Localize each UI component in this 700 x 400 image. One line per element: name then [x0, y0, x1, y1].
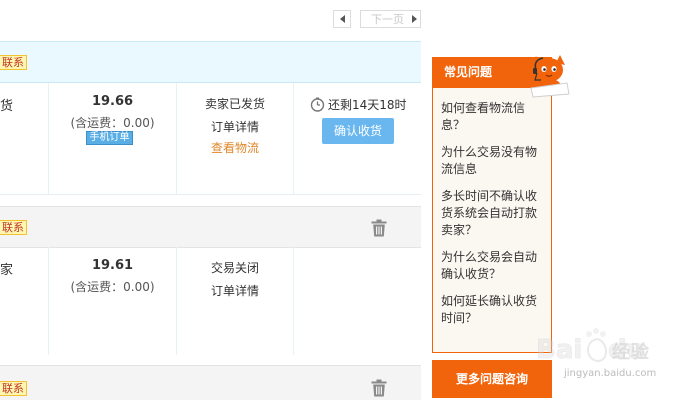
confirm-receipt-button[interactable]: 确认收货 — [322, 118, 394, 144]
item-column: 货 — [0, 83, 49, 194]
svg-text:Bai: Bai — [536, 335, 582, 365]
order-price: 19.61 — [91, 258, 134, 273]
mascot-icon — [530, 55, 570, 98]
price-column: 19.61 (含运费：0.00) — [49, 247, 177, 355]
faq-item[interactable]: 为什么交易会自动确认收货？ — [441, 249, 545, 283]
faq-item[interactable]: 如何查看物流信息？ — [441, 100, 545, 134]
faq-list: 如何查看物流信息？ 为什么交易没有物流信息 多长时间不确认收货系统会自动打款卖家… — [432, 88, 552, 353]
faq-item[interactable]: 为什么交易没有物流信息 — [441, 144, 545, 178]
contact-badge[interactable]: 联系 — [0, 220, 27, 235]
order-row: 货 19.66 (含运费：0.00) 手机订单 卖家已发货 订单详情 查看物流 … — [0, 83, 421, 195]
price-column: 19.66 (含运费：0.00) 手机订单 — [49, 83, 177, 194]
order-price: 19.66 — [91, 94, 134, 109]
faq-item[interactable]: 如何延长确认收货时间？ — [441, 293, 545, 327]
action-column: 还剩14天18时 确认收货 — [294, 83, 421, 194]
order-row: 家 19.61 (含运费：0.00) 交易关闭 订单详情 — [0, 247, 421, 355]
order-detail-link[interactable]: 订单详情 — [177, 282, 293, 299]
trash-icon[interactable] — [371, 219, 387, 237]
view-logistics-link[interactable]: 查看物流 — [177, 139, 293, 156]
action-column — [294, 247, 421, 355]
status-column: 交易关闭 订单详情 — [177, 247, 294, 355]
order-list: 联系 货 19.66 (含运费：0.00) 手机订单 卖家已发货 订单详情 查看… — [0, 0, 421, 400]
faq-item[interactable]: 多长时间不确认收货系统会自动打款卖家？ — [441, 188, 545, 239]
trash-icon[interactable] — [371, 379, 387, 397]
faq-panel: 常见问题 如何查看物流信息？ 为什么交易没有物流信息 多长时间不确认收货系统会自… — [432, 57, 552, 353]
shipping-fee: (含运费：0.00) — [70, 280, 155, 294]
contact-badge[interactable]: 联系 — [0, 55, 27, 70]
watermark-text: 经验 — [612, 342, 650, 363]
order-status: 交易关闭 — [210, 261, 259, 275]
order-header: 联系 — [0, 206, 421, 248]
remaining-time: 还剩14天18时 — [310, 96, 407, 113]
watermark-url: jingyan.baidu.com — [564, 368, 657, 379]
order-header: 联系 — [0, 365, 421, 400]
contact-badge[interactable]: 联系 — [0, 381, 27, 396]
status-column: 卖家已发货 订单详情 查看物流 — [177, 83, 294, 194]
order-header: 联系 — [0, 41, 421, 83]
order-status: 卖家已发货 — [204, 97, 265, 111]
shipping-fee: (含运费：0.00) — [70, 116, 155, 130]
remaining-time-label: 还剩14天18时 — [328, 98, 407, 112]
mobile-order-tag: 手机订单 — [86, 131, 133, 145]
item-column: 家 — [0, 247, 49, 355]
item-text: 货 — [0, 99, 14, 114]
clock-icon — [310, 97, 325, 112]
item-text: 家 — [0, 263, 14, 278]
order-detail-link[interactable]: 订单详情 — [177, 118, 293, 135]
